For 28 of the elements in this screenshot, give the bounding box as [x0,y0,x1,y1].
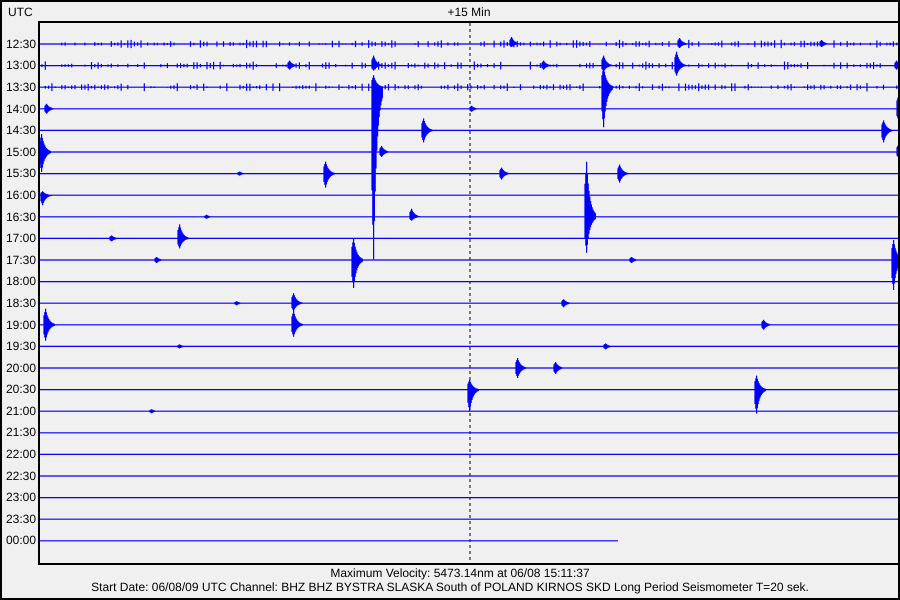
timezone-label: UTC [8,5,33,19]
max-velocity-text: Maximum Velocity: 5473.14nm at 06/08 15:11:37 [329,566,590,580]
time-label: 00:00 [6,534,36,546]
time-label: 13:30 [6,80,36,93]
time-label: 12:30 [6,38,36,50]
time-label: 16:00 [6,188,36,201]
time-label: 21:30 [6,426,36,438]
time-label: 20:30 [6,383,36,396]
time-label: 13:00 [6,59,36,72]
time-label: 23:00 [6,491,36,504]
time-label: 15:30 [6,167,36,180]
time-label: 18:00 [6,275,36,288]
time-label: 20:00 [6,362,36,374]
time-label: 19:30 [6,340,36,352]
time-label: 14:30 [6,124,36,136]
time-label: 17:30 [6,254,36,266]
time-label: 22:30 [6,470,36,482]
time-label: 22:00 [6,448,36,460]
time-label: 18:30 [6,296,36,309]
time-label: 23:30 [6,512,36,525]
time-label: 14:00 [6,102,36,115]
time-marker-label: +15 Min [447,4,491,21]
time-label: 16:30 [6,210,36,223]
time-label: 19:00 [6,318,36,331]
time-label: 17:00 [6,232,36,244]
station-info-text: Start Date: 06/08/09 UTC Channel: BHZ BHZ BYSTRA SLASKA South of POLAND KIRNOS SKD Long Period Seismometer T=20 sek. [91,580,809,594]
time-label: 15:00 [6,146,36,158]
time-label: 21:00 [6,404,36,417]
